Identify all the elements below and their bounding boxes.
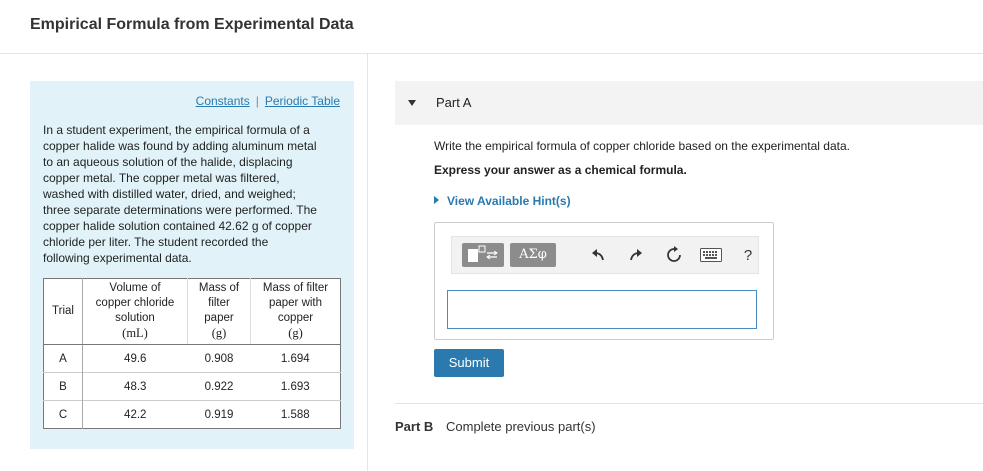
- answer-input[interactable]: [447, 290, 757, 329]
- undo-icon[interactable]: [588, 245, 608, 265]
- templates-icon[interactable]: [462, 243, 504, 267]
- reset-icon[interactable]: [664, 245, 684, 265]
- caret-right-icon: [434, 196, 439, 204]
- cell-volume: 49.6: [124, 352, 147, 365]
- cell-volume: 48.3: [82, 372, 188, 401]
- table-row: B 48.3 0.922 1.693: [43, 372, 341, 401]
- part-a-label: Part A: [436, 95, 472, 110]
- cell-filter-mass: 0.922: [187, 372, 251, 401]
- cell-filter-mass: 0.919: [187, 400, 251, 429]
- part-a-header[interactable]: Part A: [395, 81, 983, 125]
- intro-line: three separate determinations were perfo…: [43, 203, 317, 217]
- answer-instruction: Express your answer as a chemical formul…: [434, 163, 687, 177]
- answer-box: ΑΣφ ?: [434, 222, 774, 340]
- table-row: A 49.6 0.908 1.694: [43, 344, 341, 373]
- cell-volume: 42.2: [82, 400, 188, 429]
- help-icon[interactable]: ?: [738, 245, 758, 265]
- intro-line: In a student experiment, the empirical f…: [43, 123, 310, 137]
- part-b-divider: [395, 403, 983, 404]
- equation-toolbar: ΑΣφ ?: [451, 236, 759, 274]
- view-hints-label: View Available Hint(s): [447, 194, 571, 208]
- intro-line: chloride per liter. The student recorded…: [43, 235, 269, 249]
- intro-line: washed with distilled water, dried, and …: [43, 187, 296, 201]
- cell-trial: C: [43, 400, 83, 429]
- cell-filter-copper-mass: 1.588: [250, 400, 341, 429]
- header-volume: Volume of copper chloride solution (mL): [82, 278, 188, 345]
- part-b-label: Part B: [395, 419, 434, 434]
- intro-line: following experimental data.: [43, 251, 192, 265]
- page-title: Empirical Formula from Experimental Data: [30, 16, 354, 33]
- column-divider: [367, 54, 368, 471]
- intro-line: to an aqueous solution of the halide, di…: [43, 155, 293, 169]
- intro-line: copper halide solution contained 42.62 g…: [43, 219, 312, 233]
- panel-links: Constants | Periodic Table: [196, 94, 340, 108]
- cell-filter-copper-mass: 1.694: [280, 352, 310, 365]
- part-b-status: Complete previous part(s): [446, 419, 596, 434]
- collapse-caret-icon[interactable]: [408, 100, 416, 106]
- intro-line: copper metal. The copper metal was filte…: [43, 171, 280, 185]
- periodic-table-link[interactable]: Periodic Table: [265, 94, 340, 108]
- submit-button[interactable]: Submit: [434, 349, 504, 377]
- cell-trial: A: [43, 344, 83, 373]
- experimental-data-table: Trial Volume of copper chloride solution…: [43, 278, 341, 429]
- cell-filter-mass: 0.908: [204, 352, 234, 365]
- header-filter-mass: Mass of filter paper (g): [187, 278, 251, 345]
- intro-line: copper halide was found by adding alumin…: [43, 139, 317, 153]
- title-divider: [0, 53, 983, 54]
- table-header-row: Trial Volume of copper chloride solution…: [43, 278, 341, 345]
- link-separator: |: [255, 94, 259, 108]
- redo-icon[interactable]: [626, 245, 646, 265]
- keyboard-icon[interactable]: [698, 245, 724, 265]
- cell-filter-copper-mass: 1.693: [250, 372, 341, 401]
- greek-symbols-icon[interactable]: ΑΣφ: [510, 243, 556, 267]
- header-trial: Trial: [43, 278, 83, 345]
- cell-trial: B: [43, 372, 83, 401]
- table-row: C 42.2 0.919 1.588: [43, 400, 341, 429]
- question-prompt: Write the empirical formula of copper ch…: [434, 139, 850, 153]
- info-panel: Constants | Periodic Table In a student ex…: [30, 81, 354, 449]
- problem-intro: In a student experiment, the empirical f…: [43, 122, 345, 266]
- view-hints-link[interactable]: View Available Hint(s): [434, 194, 571, 208]
- constants-link[interactable]: Constants: [196, 94, 250, 108]
- header-filter-copper-mass: Mass of filter paper with copper (g): [250, 278, 341, 345]
